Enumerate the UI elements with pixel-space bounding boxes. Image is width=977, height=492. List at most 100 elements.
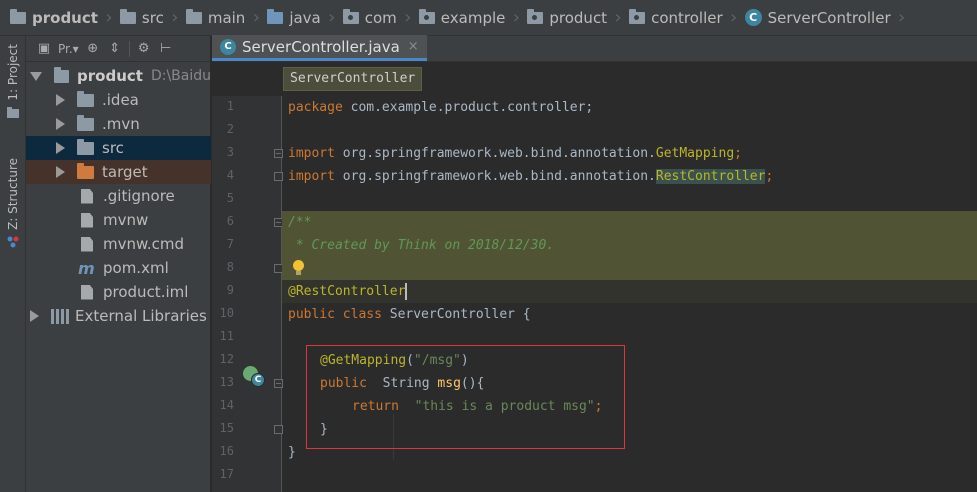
highlight-annotation-box [306,345,625,449]
tree-item-mvnw[interactable]: mvnw [26,208,211,232]
spring-bean-icon[interactable]: C [243,366,265,388]
folder-icon [7,106,19,118]
tree-item-gitignore[interactable]: .gitignore [26,184,211,208]
maven-icon: m [78,258,95,278]
crumb-java[interactable]: java [267,8,321,27]
code-line-9: @RestController [282,280,977,303]
lightbulb-icon[interactable] [292,260,305,276]
line-number: 15 [219,421,234,435]
editor-tab-bar: C ServerController.java × [212,35,977,62]
tree-item-mvn[interactable]: .mvn [26,112,211,136]
project-view-dropdown[interactable]: Pr.▾ [58,42,79,56]
crumb-product[interactable]: product [10,8,98,27]
toolbar-divider [128,40,130,57]
folder-icon [119,8,136,24]
line-number: 4 [226,168,234,182]
code-line-7: * Created by Think on 2018/12/30. [282,234,977,257]
crumb-example[interactable]: example [418,8,505,27]
chevron-right-icon: › [252,7,260,28]
code-line-4: import org.springframework.web.bind.anno… [288,169,774,184]
crumb-src[interactable]: src [119,8,164,27]
locate-icon[interactable]: ⊕ [85,41,101,57]
class-icon: C [220,38,236,55]
folder-icon [77,114,94,131]
file-icon [81,188,93,204]
crumb-com[interactable]: com [342,8,397,27]
line-number: 3 [226,145,234,159]
crumb-product-package[interactable]: product [527,8,607,27]
line-number: 13 [219,375,234,389]
collapsed-arrow-icon[interactable] [56,118,65,130]
library-icon [51,308,69,324]
tree-item-idea[interactable]: .idea [26,88,211,112]
chevron-right-icon: › [105,7,113,28]
collapsed-arrow-icon[interactable] [56,166,65,178]
source-folder-icon [267,8,284,24]
line-number: 8 [226,260,234,274]
chevron-right-icon: › [730,7,738,28]
tree-item-product-iml[interactable]: product.iml [26,280,211,304]
class-breadcrumb-popup[interactable]: ServerController [283,67,423,91]
code-editor: C ServerController.java × ServerControll… [212,35,977,492]
code-area[interactable]: package com.example.product.controller; … [282,96,977,492]
tree-item-src[interactable]: src [26,136,211,160]
code-line-1: package com.example.product.controller; [288,100,594,115]
hide-panel-icon[interactable]: ⊢ [158,41,174,57]
line-number: 1 [226,99,234,113]
project-panel: ▣ Pr.▾ ⊕ ⇕ ⚙ ⊢ product D:\Baidu .idea .m… [26,36,211,492]
gear-icon[interactable]: ⚙ [136,41,152,57]
tool-window-stripe: 1: Project Z: Structure [0,36,26,492]
collapse-all-icon[interactable]: ⇕ [107,41,123,57]
editor-gutter: 1 2 3 4 5 6 7 8 9 10 11 12 13 14 15 16 1… [212,96,283,492]
code-line-8 [282,257,977,280]
navigation-bar: product › src › main › java › com › exam… [0,0,977,36]
project-folder-icon [10,8,26,24]
class-icon: C [744,9,762,26]
crumb-servercontroller[interactable]: C ServerController [744,9,891,27]
project-toolbar: ▣ Pr.▾ ⊕ ⇕ ⚙ ⊢ [26,36,210,62]
file-icon [81,236,93,252]
chevron-right-icon: › [898,7,906,28]
line-number: 9 [226,283,234,297]
code-line-3: import org.springframework.web.bind.anno… [288,146,742,161]
close-icon[interactable]: × [408,39,419,54]
chevron-right-icon: › [512,7,520,28]
file-icon [81,284,93,300]
collapsed-arrow-icon[interactable] [30,310,39,322]
tree-item-target[interactable]: target [26,160,211,184]
crumb-controller[interactable]: controller [629,8,723,27]
structure-icon [7,236,19,248]
line-number: 6 [226,214,234,228]
project-view-icon: ▣ [37,41,51,56]
tree-item-pom-xml[interactable]: m pom.xml [26,256,211,280]
tree-item-external-libraries[interactable]: External Libraries [26,304,211,328]
line-number: 14 [219,398,234,412]
package-icon [527,8,544,24]
collapsed-arrow-icon[interactable] [56,142,65,154]
package-icon [418,8,435,24]
line-number: 5 [226,191,234,205]
project-tool-tab[interactable]: 1: Project [0,44,26,119]
line-number: 2 [226,122,234,136]
code-line-10: public class ServerController { [288,307,531,322]
folder-icon [185,8,202,24]
tree-item-product[interactable]: product D:\Baidu [26,64,211,88]
tab-servercontroller-java[interactable]: C ServerController.java × [212,35,427,61]
folder-icon [77,90,94,107]
class-badge-icon: C [251,373,265,387]
expanded-arrow-icon[interactable] [30,71,42,81]
line-number: 17 [219,467,234,481]
line-number: 16 [219,444,234,458]
chevron-right-icon: › [614,7,622,28]
excluded-folder-icon [77,162,94,179]
project-folder-icon [54,66,70,83]
structure-tool-tab[interactable]: Z: Structure [0,158,26,248]
collapsed-arrow-icon[interactable] [56,94,65,106]
tree-item-mvnw-cmd[interactable]: mvnw.cmd [26,232,211,256]
crumb-main[interactable]: main [185,8,245,27]
chevron-right-icon: › [404,7,412,28]
code-line-6: /** [282,211,977,234]
text-caret [405,283,408,300]
line-number: 12 [219,352,234,366]
package-icon [629,8,646,24]
